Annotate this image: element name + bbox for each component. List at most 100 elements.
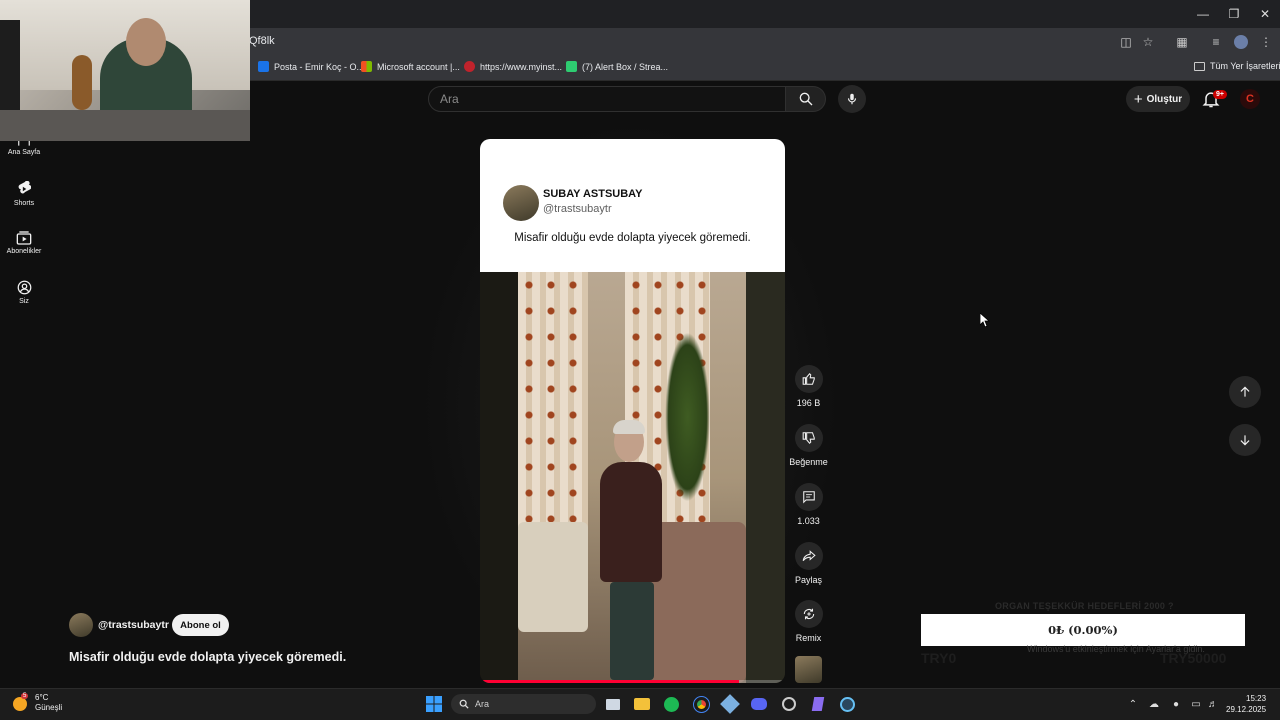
- clock-time: 15:23: [1246, 694, 1267, 703]
- video-frame[interactable]: [480, 272, 785, 683]
- thumbs-up-icon: [802, 372, 815, 385]
- spotify-icon[interactable]: [662, 695, 680, 713]
- sun-icon: [13, 697, 27, 711]
- comment-count: 1.033: [797, 516, 820, 526]
- star-icon[interactable]: ☆: [1140, 34, 1156, 50]
- arrow-up-icon: [1240, 386, 1250, 397]
- bookmark-item[interactable]: (7) Alert Box / Strea...: [566, 61, 668, 72]
- search-button[interactable]: [786, 86, 826, 112]
- channel-avatar[interactable]: [69, 613, 93, 637]
- search-input[interactable]: Ara: [428, 86, 786, 112]
- man-hair: [613, 420, 645, 434]
- extensions-icon[interactable]: ▦: [1174, 34, 1190, 50]
- weather-temp: 6°C: [35, 693, 49, 702]
- task-view-icon[interactable]: [604, 695, 622, 713]
- short-title: Misafir olduğu evde dolapta yiyecek göre…: [69, 650, 347, 664]
- taskbar-search[interactable]: Ara: [451, 694, 596, 714]
- remix-button[interactable]: Remix: [788, 600, 829, 643]
- mail-icon: [258, 61, 269, 72]
- plus-icon: +: [1133, 90, 1143, 108]
- create-button[interactable]: + Oluştur: [1126, 86, 1190, 112]
- notification-badge: 9+: [1213, 90, 1227, 99]
- sidebar-item-subscriptions[interactable]: Abonelikler: [0, 231, 48, 255]
- bookmark-item[interactable]: https://www.myinst...: [464, 61, 562, 72]
- share-label: Paylaş: [794, 575, 822, 585]
- display-icon[interactable]: ▭: [1190, 698, 1202, 710]
- profile-icon[interactable]: [1233, 34, 1249, 50]
- screen: — ❐ ✕ Qf8lk ◫ ☆ ▦ ≡ ⋮ Posta - Emir Koç -…: [0, 0, 1280, 720]
- weather-condition: Güneşli: [35, 703, 63, 712]
- audio-thumbnail[interactable]: [795, 656, 822, 683]
- site-icon: [464, 61, 475, 72]
- donation-goal-bar: 0₺ (0.00%): [921, 614, 1245, 646]
- restore-icon[interactable]: ❐: [1217, 0, 1251, 28]
- app-icon[interactable]: [809, 695, 827, 713]
- weather-badge: 5: [21, 693, 29, 699]
- video-side-left: [480, 272, 518, 683]
- video-progress-fill: [480, 680, 740, 683]
- card-text: Misafir olduğu evde dolapta yiyecek göre…: [514, 232, 751, 244]
- channel-handle[interactable]: @trastsubaytr: [98, 619, 169, 631]
- sofa-left: [518, 522, 588, 632]
- card-handle: @trastsubaytr: [543, 203, 612, 215]
- start-button[interactable]: [425, 695, 443, 713]
- folder-icon: [1194, 61, 1205, 71]
- video-side-right: [746, 272, 785, 683]
- next-short-button[interactable]: [1229, 424, 1261, 456]
- url-text[interactable]: Qf8lk: [249, 35, 275, 47]
- file-explorer-icon[interactable]: [633, 695, 651, 713]
- game-launcher-icon[interactable]: [720, 694, 740, 714]
- sidebar-item-shorts[interactable]: Shorts: [0, 181, 48, 207]
- sofa-right: [648, 522, 746, 683]
- windows-icon: [426, 696, 442, 712]
- mouse-cursor-icon: [980, 313, 990, 327]
- chevron-up-icon[interactable]: ⌃: [1127, 698, 1139, 710]
- donation-max: TRY50000: [1160, 650, 1227, 666]
- bookmark-item[interactable]: Microsoft account |...: [361, 61, 460, 72]
- you-icon: [17, 280, 31, 295]
- close-icon[interactable]: ✕: [1248, 0, 1280, 28]
- streamelements-icon: [566, 61, 577, 72]
- shorts-player[interactable]: SUBAY ASTSUBAY @trastsubaytr Misafir old…: [480, 139, 785, 683]
- donation-goal-title: ORGAN TEŞEKKÜR HEDEFLERİ 2000 ?: [995, 601, 1174, 611]
- webcam-guitar: [72, 55, 92, 110]
- curtain-left: [518, 272, 588, 532]
- volume-icon[interactable]: ♬: [1207, 698, 1219, 710]
- webcam-head: [126, 18, 166, 66]
- comment-button[interactable]: 1.033: [788, 483, 829, 526]
- thumbs-down-icon: [802, 432, 815, 445]
- previous-short-button[interactable]: [1229, 376, 1261, 408]
- sidebar-item-you[interactable]: Siz: [0, 280, 48, 305]
- dislike-button[interactable]: Beğenme: [788, 424, 829, 467]
- microphone-icon[interactable]: ●: [1170, 698, 1182, 710]
- bookmark-item[interactable]: Posta - Emir Koç - O...: [258, 61, 364, 72]
- menu-icon[interactable]: ⋮: [1258, 34, 1274, 50]
- remix-label: Remix: [795, 633, 822, 643]
- install-app-icon[interactable]: ◫: [1118, 34, 1134, 50]
- account-avatar[interactable]: C: [1240, 89, 1260, 109]
- minimize-icon[interactable]: —: [1186, 0, 1220, 28]
- share-icon: [802, 550, 816, 561]
- plant: [665, 332, 710, 502]
- overwolf-icon[interactable]: [780, 695, 798, 713]
- steam-icon[interactable]: [838, 695, 856, 713]
- all-bookmarks[interactable]: Tüm Yer İşaretleri: [1194, 61, 1280, 71]
- search-icon: [459, 699, 469, 709]
- search-icon: [799, 92, 812, 106]
- chrome-icon[interactable]: [692, 695, 710, 713]
- discord-icon[interactable]: [750, 695, 768, 713]
- card-channel-name: SUBAY ASTSUBAY: [543, 188, 643, 200]
- clock-date: 29.12.2025: [1226, 705, 1267, 714]
- webcam-overlay: [0, 0, 250, 141]
- weather-widget[interactable]: 5 6°C Güneşli: [13, 693, 62, 713]
- subscribe-button[interactable]: Abone ol: [172, 614, 229, 636]
- onedrive-icon[interactable]: ☁: [1148, 698, 1160, 710]
- system-clock[interactable]: 15:23 29.12.2025: [1226, 693, 1266, 715]
- like-button[interactable]: 196 B: [788, 365, 829, 408]
- donation-min: TRY0: [921, 650, 957, 666]
- media-control-icon[interactable]: ≡: [1208, 34, 1224, 50]
- share-button[interactable]: Paylaş: [788, 542, 829, 585]
- voice-search-button[interactable]: [838, 85, 866, 113]
- man-legs: [610, 582, 654, 680]
- video-progress-bar[interactable]: [480, 680, 785, 683]
